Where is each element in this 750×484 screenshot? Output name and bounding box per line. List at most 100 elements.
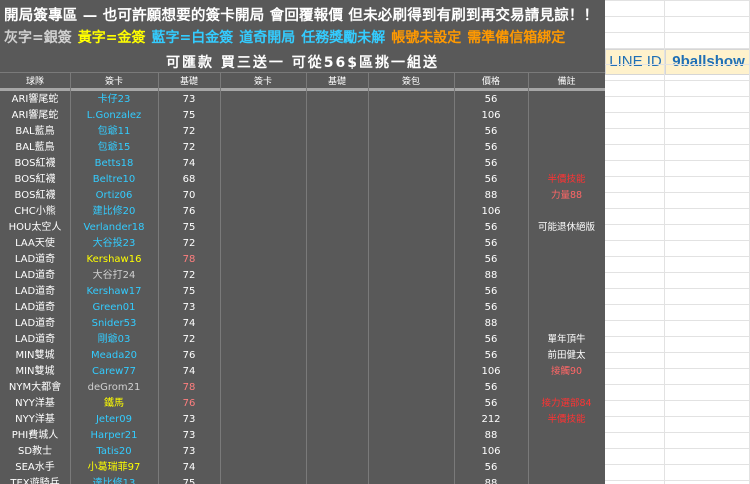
- cell-base: 75: [182, 286, 196, 297]
- cell-card: Ortiz06: [95, 190, 133, 201]
- cell-base: 72: [182, 238, 196, 249]
- table-row: LAD道奇 剛爺03 72 56 單年頂牛: [0, 332, 605, 348]
- line-id-handle[interactable]: 9ballshow: [665, 49, 750, 75]
- cell-price: 56: [484, 350, 498, 361]
- cell-team: ARI響尾蛇: [11, 110, 59, 121]
- gridline: [664, 0, 665, 484]
- gridline: [605, 240, 750, 241]
- cell-note: [528, 380, 605, 396]
- table-row: PHI費城人 Harper21 73 88: [0, 428, 605, 444]
- cell-price: 56: [484, 286, 498, 297]
- cell-note: 前田健太: [547, 350, 586, 361]
- table-row: BAL藍鳥 包爺11 72 56: [0, 124, 605, 140]
- legend-item: 道奇開局: [239, 30, 296, 46]
- legend-item: 灰字=銀簽: [4, 30, 72, 46]
- color-legend: 灰字=銀簽 黃字=金簽 藍字=白金簽 道奇開局 任務獎勵未解 帳號未設定 需準備信箱綁定: [4, 27, 571, 47]
- table-row: BOS紅襪 Beltre10 68 56 半價技能: [0, 172, 605, 188]
- cell-price: 56: [484, 94, 498, 105]
- cell-note: 可能退休絕版: [537, 222, 595, 233]
- cell-card: Carew77: [91, 366, 137, 377]
- cell-team: BOS紅襪: [14, 158, 56, 169]
- gridline: [605, 480, 750, 481]
- header-team: 球隊: [25, 77, 44, 87]
- table-row: LAD道奇 Green01 73 56: [0, 300, 605, 316]
- cell-base: 78: [182, 254, 196, 265]
- cell-price: 56: [484, 126, 498, 137]
- column-divider: [70, 72, 71, 484]
- cell-note: [528, 92, 605, 108]
- cell-price: 106: [481, 206, 501, 217]
- cell-base: 73: [182, 414, 196, 425]
- gridline: [605, 336, 750, 337]
- cell-note: [528, 124, 605, 140]
- cell-note: [528, 140, 605, 156]
- cell-base: 72: [182, 270, 196, 281]
- gridline: [605, 64, 750, 65]
- cell-card: Kershaw17: [86, 286, 142, 297]
- cell-base: 72: [182, 126, 196, 137]
- cell-note: 單年頂牛: [547, 334, 586, 345]
- cell-price: 106: [481, 446, 501, 457]
- cell-team: LAD道奇: [14, 318, 56, 329]
- cell-base: 76: [182, 398, 196, 409]
- cell-card: 卡仔23: [97, 94, 131, 105]
- gridline: [605, 288, 750, 289]
- table-row: ARI響尾蛇 L.Gonzalez 75 106: [0, 108, 605, 124]
- gridline: [605, 368, 750, 369]
- table-row: ARI響尾蛇 卡仔23 73 56: [0, 92, 605, 108]
- table-row: MIN雙城 Carew77 74 106 接觸90: [0, 364, 605, 380]
- header-divider: [0, 88, 605, 91]
- cell-base: 74: [182, 318, 196, 329]
- column-divider: [306, 72, 307, 484]
- cell-card: 包爺11: [97, 126, 131, 137]
- cell-team: MIN雙城: [15, 350, 55, 361]
- table-row: SD教士 Tatis20 73 106: [0, 444, 605, 460]
- cell-team: MIN雙城: [15, 366, 55, 377]
- legend-item: 藍字=白金簽: [151, 30, 234, 46]
- gridline: [605, 192, 750, 193]
- column-divider: [528, 72, 529, 484]
- cell-base: 72: [182, 334, 196, 345]
- line-id-label[interactable]: LINE ID: [605, 49, 666, 75]
- table-row: NYY洋基 Jeter09 73 212 半價技能: [0, 412, 605, 428]
- table-row: TEX遊騎兵 達比修13 75 88: [0, 476, 605, 484]
- cell-team: ARI響尾蛇: [11, 94, 59, 105]
- cell-base: 73: [182, 446, 196, 457]
- cell-note: [528, 444, 605, 460]
- cell-note: [528, 204, 605, 220]
- cell-card: L.Gonzalez: [86, 110, 142, 121]
- cell-price: 56: [484, 238, 498, 249]
- table-row: LAD道奇 Kershaw16 78 56: [0, 252, 605, 268]
- cell-team: CHC小熊: [14, 206, 56, 217]
- table-row: BOS紅襪 Ortiz06 70 88 力量88: [0, 188, 605, 204]
- cell-team: TEX遊騎兵: [10, 478, 60, 484]
- cell-price: 56: [484, 382, 498, 393]
- table-row: MIN雙城 Meada20 76 56 前田健太: [0, 348, 605, 364]
- cell-card: Jeter09: [95, 414, 132, 425]
- cell-price: 106: [481, 110, 501, 121]
- table-row: CHC小熊 建比修20 76 106: [0, 204, 605, 220]
- cell-team: NYM大都會: [8, 382, 62, 393]
- table-row: LAD道奇 Kershaw17 75 56: [0, 284, 605, 300]
- gridline: [605, 432, 750, 433]
- cell-card: deGrom21: [87, 382, 141, 393]
- cell-note: [528, 156, 605, 172]
- cell-note: [528, 284, 605, 300]
- cell-note: [528, 252, 605, 268]
- cell-team: NYY洋基: [15, 398, 55, 409]
- cell-note: 半價技能: [547, 414, 586, 425]
- column-divider: [454, 72, 455, 484]
- cell-team: SD教士: [17, 446, 53, 457]
- cell-price: 56: [484, 462, 498, 473]
- cell-price: 56: [484, 254, 498, 265]
- cell-card: 建比修20: [92, 206, 136, 217]
- cell-note: [528, 108, 605, 124]
- gridline: [605, 208, 750, 209]
- cell-note: [528, 300, 605, 316]
- cell-price: 88: [484, 478, 498, 484]
- cell-note: [528, 476, 605, 484]
- gridline: [605, 416, 750, 417]
- cell-card: Betts18: [94, 158, 134, 169]
- cell-team: SEA水手: [15, 462, 55, 473]
- cell-note: 接力選部84: [541, 398, 592, 409]
